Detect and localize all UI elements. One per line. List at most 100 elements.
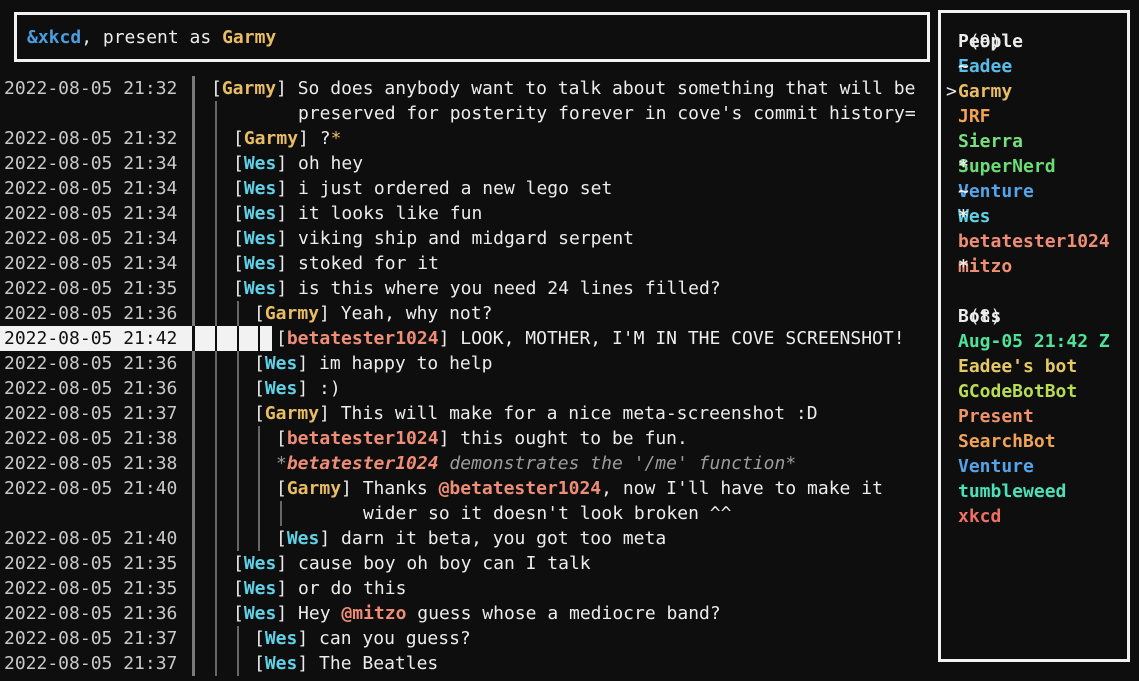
thread-line <box>215 301 217 326</box>
nick: Wes <box>244 253 277 274</box>
timestamp: 2022-08-05 21:34 <box>4 151 177 176</box>
gutter-bar <box>192 626 195 651</box>
timestamp: 2022-08-05 21:36 <box>4 351 177 376</box>
message-text: darn it beta, you got too meta <box>341 528 666 549</box>
gutter-bar <box>192 576 195 601</box>
thread-line <box>237 401 239 426</box>
nick: Garmy <box>265 303 319 324</box>
thread-line <box>215 626 217 651</box>
timestamp: 2022-08-05 21:35 <box>4 551 177 576</box>
nick: Wes <box>244 603 277 624</box>
bracket: [ <box>233 228 244 249</box>
message-text: preserved for posterity forever in cove'… <box>298 103 916 124</box>
user-status-suffix: ~ <box>958 56 969 77</box>
user-list-item-venture[interactable]: Venture~ <box>941 179 952 204</box>
thread-line <box>215 451 217 476</box>
message-text: viking ship and midgard serpent <box>298 228 634 249</box>
message-text: wider so it doesn't look broken ^^ <box>363 503 731 524</box>
thread-line <box>215 576 217 601</box>
bot-name: Eadee's bot <box>958 354 1077 379</box>
nick: Wes <box>265 378 298 399</box>
message: [Wes] The Beatles <box>254 651 438 676</box>
nick: betatester1024 <box>287 428 439 449</box>
bracket: [ <box>233 553 244 574</box>
thread-line <box>215 526 217 551</box>
thread-line <box>215 101 217 126</box>
thread-line <box>215 426 217 451</box>
mention: @mitzo <box>341 603 406 624</box>
bracket: [ <box>233 278 244 299</box>
user-status-suffix: ~ <box>958 181 969 202</box>
gutter-bar <box>192 251 195 276</box>
bracket: ] <box>276 78 298 99</box>
gutter-bar <box>192 451 195 476</box>
timestamp: 2022-08-05 21:37 <box>4 401 177 426</box>
message: [Wes] can you guess? <box>254 626 471 651</box>
gutter-bar <box>192 276 195 301</box>
message: [Garmy] This will make for a nice meta-s… <box>254 401 818 426</box>
user-list-item-eadee[interactable]: Eadee~ <box>941 54 952 79</box>
bracket: ] <box>276 228 298 249</box>
bracket: ] <box>319 528 341 549</box>
gutter-bar <box>192 426 195 451</box>
message-text: guess whose a mediocre band? <box>406 603 720 624</box>
thread-line <box>215 201 217 226</box>
gutter-bar <box>192 126 195 151</box>
nick: Wes <box>287 528 320 549</box>
thread-line <box>215 651 217 676</box>
user-name: betatester1024 <box>958 229 1110 254</box>
thread-line <box>215 151 217 176</box>
user-list-item-mitzo[interactable]: mitzo* <box>941 254 952 279</box>
current-nick: Garmy <box>222 25 276 50</box>
gutter-bar <box>192 76 195 101</box>
message: *betatester1024 demonstrates the '/me' f… <box>276 451 796 476</box>
message-text: can you guess? <box>319 628 471 649</box>
nick: Wes <box>244 553 277 574</box>
user-list-item-supernerd[interactable]: SuperNerd* <box>941 154 952 179</box>
thread-line <box>237 476 239 501</box>
thread-line <box>215 476 217 501</box>
gutter-bar <box>192 326 195 351</box>
bracket: [ <box>254 353 265 374</box>
bot-name: xkcd <box>958 504 1001 529</box>
nick: Garmy <box>265 403 319 424</box>
action-text: * <box>785 453 796 474</box>
bracket: ] <box>276 553 298 574</box>
message: [Wes] i just ordered a new lego set <box>233 176 612 201</box>
nick: Wes <box>244 228 277 249</box>
thread-line <box>215 276 217 301</box>
gutter-bar <box>192 301 195 326</box>
timestamp: 2022-08-05 21:34 <box>4 251 177 276</box>
bracket: [ <box>233 603 244 624</box>
timestamp: 2022-08-05 21:35 <box>4 576 177 601</box>
gutter-bar <box>192 601 195 626</box>
timestamp: 2022-08-05 21:37 <box>4 651 177 676</box>
bracket: [ <box>233 153 244 174</box>
timestamp: 2022-08-05 21:34 <box>4 226 177 251</box>
bracket: ] <box>298 128 320 149</box>
message: [betatester1024] LOOK, MOTHER, I'M IN TH… <box>276 326 905 351</box>
message-text: , now I'll have to make it <box>601 478 883 499</box>
thread-line <box>215 351 217 376</box>
thread-line <box>237 626 239 651</box>
nick: Garmy <box>222 78 276 99</box>
action-text: demonstrates the '/me' function <box>439 453 786 474</box>
bracket: ] <box>439 328 461 349</box>
timestamp: 2022-08-05 21:36 <box>4 601 177 626</box>
message-text: or do this <box>298 578 406 599</box>
user-list-item-wes[interactable]: Wes* <box>941 204 952 229</box>
message-text: Thanks <box>363 478 439 499</box>
thread-line <box>237 426 239 451</box>
message: [Wes] viking ship and midgard serpent <box>233 226 634 251</box>
thread-line <box>215 126 217 151</box>
message: [Garmy] Thanks @betatester1024, now I'll… <box>276 476 883 501</box>
message: [Garmy] Yeah, why not? <box>254 301 492 326</box>
thread-line <box>237 301 239 326</box>
thread-line <box>237 326 239 351</box>
bot-name: SearchBot <box>958 429 1056 454</box>
thread-line <box>215 601 217 626</box>
thread-line <box>215 501 217 526</box>
message-text: ? <box>320 128 331 149</box>
thread-line <box>215 551 217 576</box>
timestamp: 2022-08-05 21:40 <box>4 476 177 501</box>
